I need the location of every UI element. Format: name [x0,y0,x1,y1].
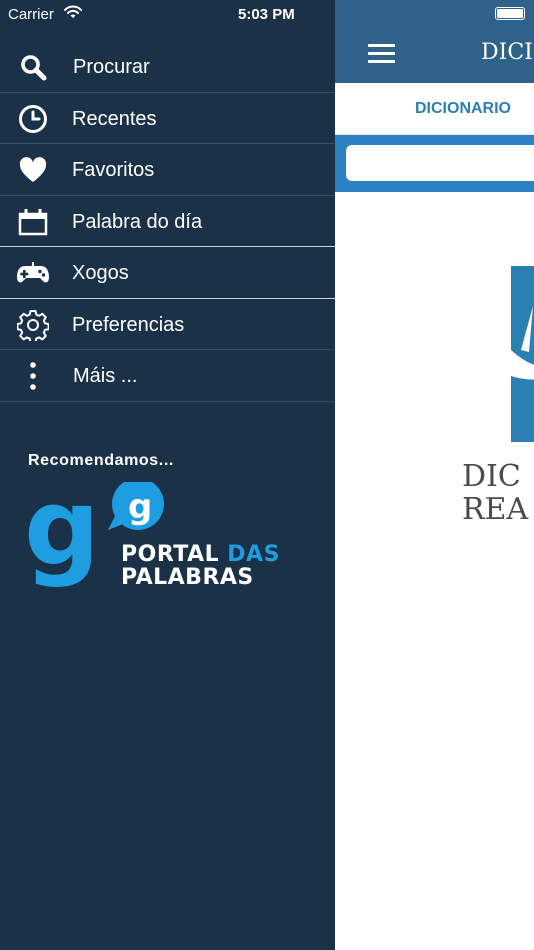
menu-list: Procurar Recentes Favoritos Palabra do d… [0,41,335,402]
menu-item-procurar[interactable]: Procurar [0,41,335,93]
carrier-label: Carrier [8,6,54,23]
heart-icon [16,155,50,185]
clock-icon [16,104,50,134]
menu-label-palabra-do-dia: Palabra do día [72,210,203,233]
menu-item-palabra-do-dia[interactable]: Palabra do día [0,196,335,247]
more-vertical-icon [16,361,50,391]
app-title: DICI [481,40,533,65]
menu-item-preferencias[interactable]: Preferencias [0,299,335,350]
status-bar: Carrier 5:03 PM [0,0,335,28]
menu-label-recentes: Recentes [72,107,157,130]
tab-bar: DICIONARIO [335,83,534,135]
app-header: DICI [335,0,534,83]
gamepad-icon [16,258,50,288]
search-bar [335,135,534,192]
battery-icon [495,7,525,20]
rag-logo-mark [511,266,534,442]
logo-text-line1: DIC [462,459,521,494]
menu-label-procurar: Procurar [73,56,150,78]
tab-dicionario[interactable]: DICIONARIO [415,100,511,118]
calendar-icon [16,207,50,237]
menu-label-preferencias: Preferencias [72,313,185,336]
menu-item-favoritos[interactable]: Favoritos [0,144,335,196]
svg-text:g: g [28,482,100,589]
side-menu: Carrier 5:03 PM Procurar Recentes Favori… [0,0,335,950]
menu-item-recentes[interactable]: Recentes [0,93,335,144]
rag-logo-text: DIC REA [462,460,528,526]
menu-item-mais[interactable]: Máis ... [0,350,335,402]
logo-text-line2: REA [462,492,529,527]
search-icon [16,52,50,82]
portal-word-portal: PORTAL [121,542,220,567]
hamburger-menu-icon[interactable] [368,44,395,64]
menu-label-mais: Máis ... [73,365,138,387]
menu-item-xogos[interactable]: Xogos [0,247,335,299]
main-content: DICI DICIONARIO DIC REA [335,0,534,950]
portal-name-line1: PORTAL DAS [121,542,280,567]
portal-name-line2: PALABRAS [121,565,254,590]
search-input[interactable] [346,145,534,181]
gear-icon [16,309,50,341]
menu-label-favoritos: Favoritos [72,159,155,181]
menu-label-xogos: Xogos [72,262,129,284]
wifi-icon [64,5,82,23]
portal-word-das: DAS [227,542,280,567]
portal-das-palabras-logo[interactable]: g g PORTAL DAS PALABRAS [28,482,308,602]
svg-text:g: g [128,487,152,527]
recommend-heading: Recomendamos... [28,452,174,469]
status-time: 5:03 PM [238,6,295,23]
